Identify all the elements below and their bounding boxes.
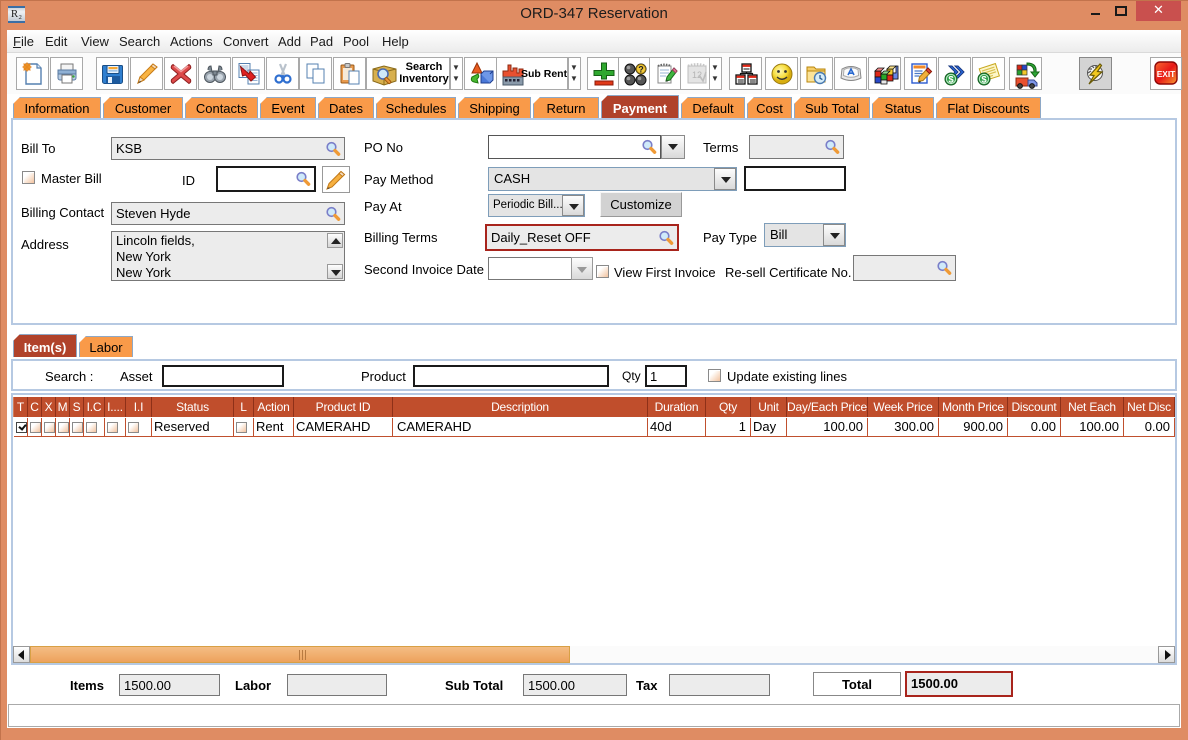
svg-text:$: $ (948, 75, 954, 86)
svg-text:EXIT: EXIT (1157, 69, 1176, 79)
svg-text:?: ? (638, 64, 644, 74)
svg-text:$: $ (981, 75, 987, 86)
